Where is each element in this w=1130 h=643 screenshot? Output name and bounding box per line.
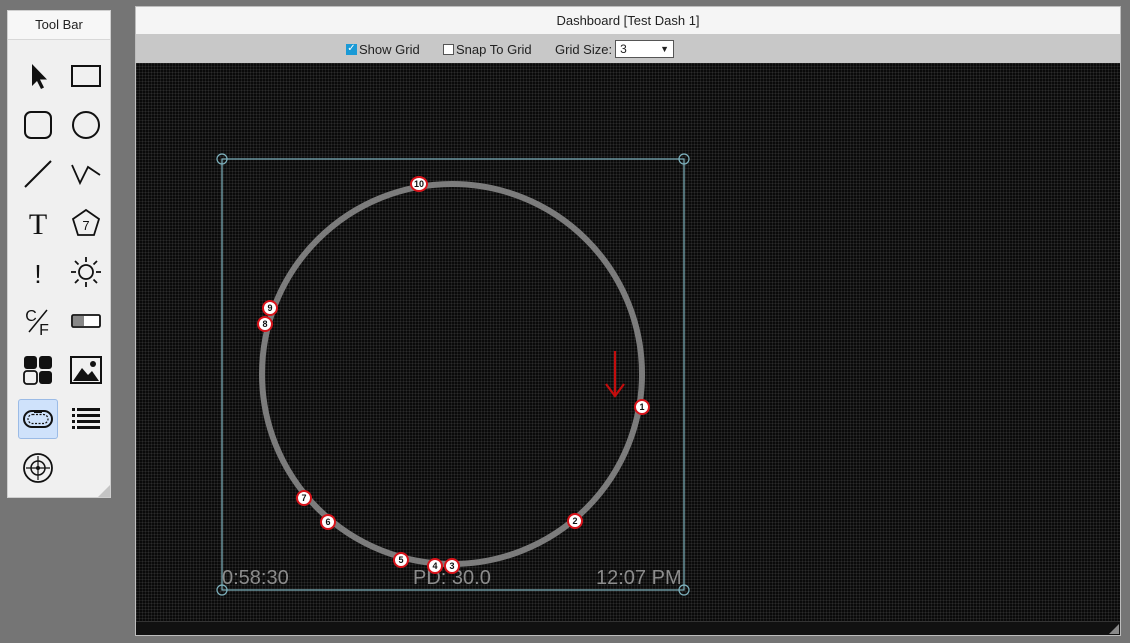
snap-to-grid-option[interactable]: Snap To Grid	[443, 35, 532, 63]
svg-text:!: !	[34, 259, 41, 289]
circle-tool[interactable]	[62, 100, 110, 149]
svg-text:F: F	[39, 322, 49, 338]
svg-text:C: C	[25, 308, 37, 325]
target-tool[interactable]	[14, 443, 62, 492]
track-marker-4[interactable]: 4	[427, 558, 443, 574]
sun-tool[interactable]	[62, 247, 110, 296]
dashboard-window: Dashboard [Test Dash 1] ✓ Show Grid Snap…	[135, 6, 1121, 636]
snap-to-grid-checkbox[interactable]	[443, 43, 454, 55]
grid-options-bar: ✓ Show Grid Snap To Grid Grid Size: 3 ▼	[136, 35, 1120, 63]
dashboard-title: Dashboard [Test Dash 1]	[136, 7, 1120, 35]
pointer-icon	[32, 63, 47, 89]
track-marker-7[interactable]: 7	[296, 490, 312, 506]
grid-size-option: Grid Size: 3 ▼	[555, 35, 675, 63]
dashboard-canvas[interactable]: 0:58:30 PD: 30.0 12:07 PM 1 2 3 4 5 6 7 …	[136, 63, 1120, 622]
dashboard-resize-grip[interactable]	[1109, 624, 1119, 634]
grid-size-label: Grid Size:	[555, 41, 613, 57]
tiles-tool[interactable]	[14, 345, 62, 394]
tiles-icon	[23, 355, 52, 385]
list-icon	[72, 407, 100, 429]
target-icon	[23, 452, 53, 483]
rectangle-tool[interactable]	[62, 51, 110, 100]
clock-time: 12:07 PM	[596, 567, 682, 589]
pointer-tool[interactable]	[14, 51, 62, 100]
circle-icon	[72, 110, 100, 139]
track-tool[interactable]	[14, 394, 62, 443]
track-marker-1[interactable]: 1	[634, 399, 650, 415]
polyline-tool[interactable]	[62, 149, 110, 198]
track-marker-3[interactable]: 3	[444, 558, 460, 574]
track-marker-10[interactable]: 10	[410, 176, 428, 192]
tool-bar-title: Tool Bar	[8, 11, 110, 40]
rectangle-icon	[71, 64, 101, 87]
rounded-rect-tool[interactable]	[14, 100, 62, 149]
show-grid-option[interactable]: ✓ Show Grid	[346, 35, 420, 63]
sun-icon	[71, 256, 101, 287]
track-circle[interactable]	[259, 181, 645, 567]
chevron-down-icon: ▼	[660, 44, 670, 54]
toggle-bar-icon	[71, 313, 101, 328]
alert-tool[interactable]: !	[14, 247, 62, 296]
snap-to-grid-label: Snap To Grid	[456, 41, 532, 57]
elapsed-time: 0:58:30	[222, 567, 289, 589]
celsius-fahrenheit-icon: C F	[25, 308, 49, 338]
show-grid-checkbox[interactable]: ✓	[346, 43, 357, 55]
toolbar-resize-grip[interactable]	[98, 485, 110, 497]
badge-tool[interactable]: 7	[62, 198, 110, 247]
svg-text:7: 7	[82, 218, 89, 233]
canvas-drawing	[216, 153, 690, 596]
exclamation-icon: !	[34, 259, 41, 289]
rounded-rectangle-icon	[24, 110, 52, 139]
image-icon	[70, 355, 102, 384]
temperature-unit-tool[interactable]: C F	[14, 296, 62, 345]
grid-size-select[interactable]: 3 ▼	[615, 40, 675, 58]
show-grid-label: Show Grid	[359, 41, 420, 57]
track-marker-2[interactable]: 2	[567, 513, 583, 529]
toggle-tool[interactable]	[62, 296, 110, 345]
dashboard-footer	[136, 621, 1120, 635]
tool-grid: T 7 ! C F	[14, 51, 110, 492]
pentagon-badge-icon: 7	[71, 208, 101, 236]
line-tool[interactable]	[14, 149, 62, 198]
text-icon: T	[29, 208, 47, 240]
list-tool[interactable]	[62, 394, 110, 443]
direction-arrow-icon	[605, 351, 625, 398]
line-icon	[24, 159, 52, 188]
image-tool[interactable]	[62, 345, 110, 394]
grid-size-value: 3	[620, 42, 627, 56]
race-track-icon	[23, 409, 53, 428]
track-marker-5[interactable]: 5	[393, 552, 409, 568]
polyline-icon	[71, 164, 101, 185]
track-marker-6[interactable]: 6	[320, 514, 336, 530]
svg-text:T: T	[29, 208, 47, 240]
track-marker-9[interactable]: 9	[262, 300, 278, 316]
text-tool[interactable]: T	[14, 198, 62, 247]
tool-bar-panel: Tool Bar T 7 ! C F	[7, 10, 111, 498]
track-marker-8[interactable]: 8	[257, 316, 273, 332]
